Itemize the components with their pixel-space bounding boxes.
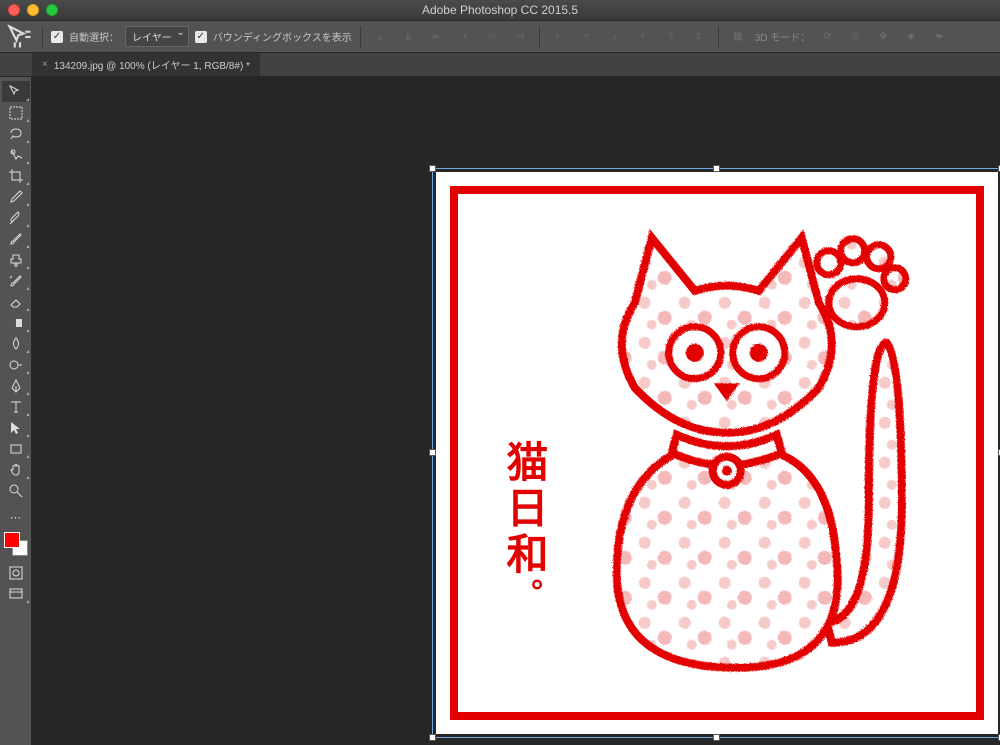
separator xyxy=(360,26,361,48)
align-left-icon[interactable]: ⫠ xyxy=(369,26,391,48)
distribute-hcenter-icon[interactable]: ⫪ xyxy=(660,26,682,48)
pen-tool[interactable] xyxy=(2,375,30,396)
document-tab[interactable]: × 134209.jpg @ 100% (レイヤー 1, RGB/8#) * xyxy=(32,52,260,76)
transform-handle-s[interactable] xyxy=(713,734,720,741)
move-tool[interactable] xyxy=(2,81,30,102)
mode3d-label: 3D モード： xyxy=(755,29,811,44)
distribute-vcenter-icon[interactable]: ⫧ xyxy=(576,26,598,48)
current-tool-icon[interactable] xyxy=(6,26,34,48)
auto-align-icon[interactable]: ▦ xyxy=(727,26,749,48)
lasso-tool[interactable] xyxy=(2,123,30,144)
mode3d-pan-icon[interactable]: ✥ xyxy=(872,26,894,48)
document-tab-bar: × 134209.jpg @ 100% (レイヤー 1, RGB/8#) * xyxy=(0,53,1000,77)
quick-mask-icon[interactable] xyxy=(2,562,30,583)
history-brush-tool[interactable] xyxy=(2,270,30,291)
distribute-top-icon[interactable]: ⫦ xyxy=(548,26,570,48)
separator xyxy=(539,26,540,48)
auto-select-checkbox[interactable]: ✓ xyxy=(51,31,63,43)
app-title: Adobe Photoshop CC 2015.5 xyxy=(0,3,1000,17)
zoom-tool[interactable] xyxy=(2,480,30,501)
eraser-tool[interactable] xyxy=(2,291,30,312)
screen-mode-icon[interactable] xyxy=(2,583,30,604)
mode3d-zoom-icon[interactable]: ▪▸ xyxy=(928,26,950,48)
hand-tool[interactable] xyxy=(2,459,30,480)
show-bbox-checkbox[interactable]: ✓ xyxy=(195,31,207,43)
auto-select-label: 自動選択： xyxy=(69,29,119,44)
marquee-tool[interactable] xyxy=(2,102,30,123)
gradient-tool[interactable] xyxy=(2,312,30,333)
rectangle-tool[interactable] xyxy=(2,438,30,459)
main-area: ⋯ xyxy=(0,77,1000,745)
crop-tool[interactable] xyxy=(2,165,30,186)
quick-select-tool[interactable] xyxy=(2,144,30,165)
transform-handle-nw[interactable] xyxy=(429,165,436,172)
options-bar: ✓ 自動選択： レイヤー ✓ バウンディングボックスを表示 ⫠ ⫡ ⫢ ⫣ ⫤ … xyxy=(0,21,1000,53)
transform-handle-w[interactable] xyxy=(429,449,436,456)
align-hcenter-icon[interactable]: ⫡ xyxy=(397,26,419,48)
separator xyxy=(42,26,43,48)
titlebar: Adobe Photoshop CC 2015.5 xyxy=(0,0,1000,21)
brush-tool[interactable] xyxy=(2,228,30,249)
foreground-swatch[interactable] xyxy=(4,532,20,548)
blur-tool[interactable] xyxy=(2,333,30,354)
dodge-tool[interactable] xyxy=(2,354,30,375)
mode3d-orbit-icon[interactable]: ⟳ xyxy=(816,26,838,48)
align-top-icon[interactable]: ⫣ xyxy=(453,26,475,48)
mode3d-slide-icon[interactable]: ◈ xyxy=(900,26,922,48)
transform-handle-sw[interactable] xyxy=(429,734,436,741)
tool-sidebar: ⋯ xyxy=(0,77,32,745)
close-tab-icon[interactable]: × xyxy=(42,59,48,70)
clone-stamp-tool[interactable] xyxy=(2,249,30,270)
separator xyxy=(718,26,719,48)
eyedropper-tool[interactable] xyxy=(2,186,30,207)
healing-brush-tool[interactable] xyxy=(2,207,30,228)
distribute-left-icon[interactable]: ⫩ xyxy=(632,26,654,48)
type-tool[interactable] xyxy=(2,396,30,417)
canvas-area[interactable]: 猫日和。 xyxy=(32,77,1000,745)
color-swatches[interactable] xyxy=(4,532,28,556)
path-select-tool[interactable] xyxy=(2,417,30,438)
show-bbox-label: バウンディングボックスを表示 xyxy=(213,29,352,44)
auto-select-dropdown[interactable]: レイヤー xyxy=(125,26,189,47)
align-bottom-icon[interactable]: ⫥ xyxy=(509,26,531,48)
edit-toolbar-icon[interactable]: ⋯ xyxy=(2,507,30,528)
distribute-right-icon[interactable]: ⫫ xyxy=(688,26,710,48)
tab-title: 134209.jpg @ 100% (レイヤー 1, RGB/8#) * xyxy=(54,57,250,72)
distribute-bottom-icon[interactable]: ⫨ xyxy=(604,26,626,48)
transform-bounding-box[interactable] xyxy=(432,168,1000,738)
align-vcenter-icon[interactable]: ⫤ xyxy=(481,26,503,48)
transform-handle-n[interactable] xyxy=(713,165,720,172)
mode3d-roll-icon[interactable]: ◎ xyxy=(844,26,866,48)
align-right-icon[interactable]: ⫢ xyxy=(425,26,447,48)
